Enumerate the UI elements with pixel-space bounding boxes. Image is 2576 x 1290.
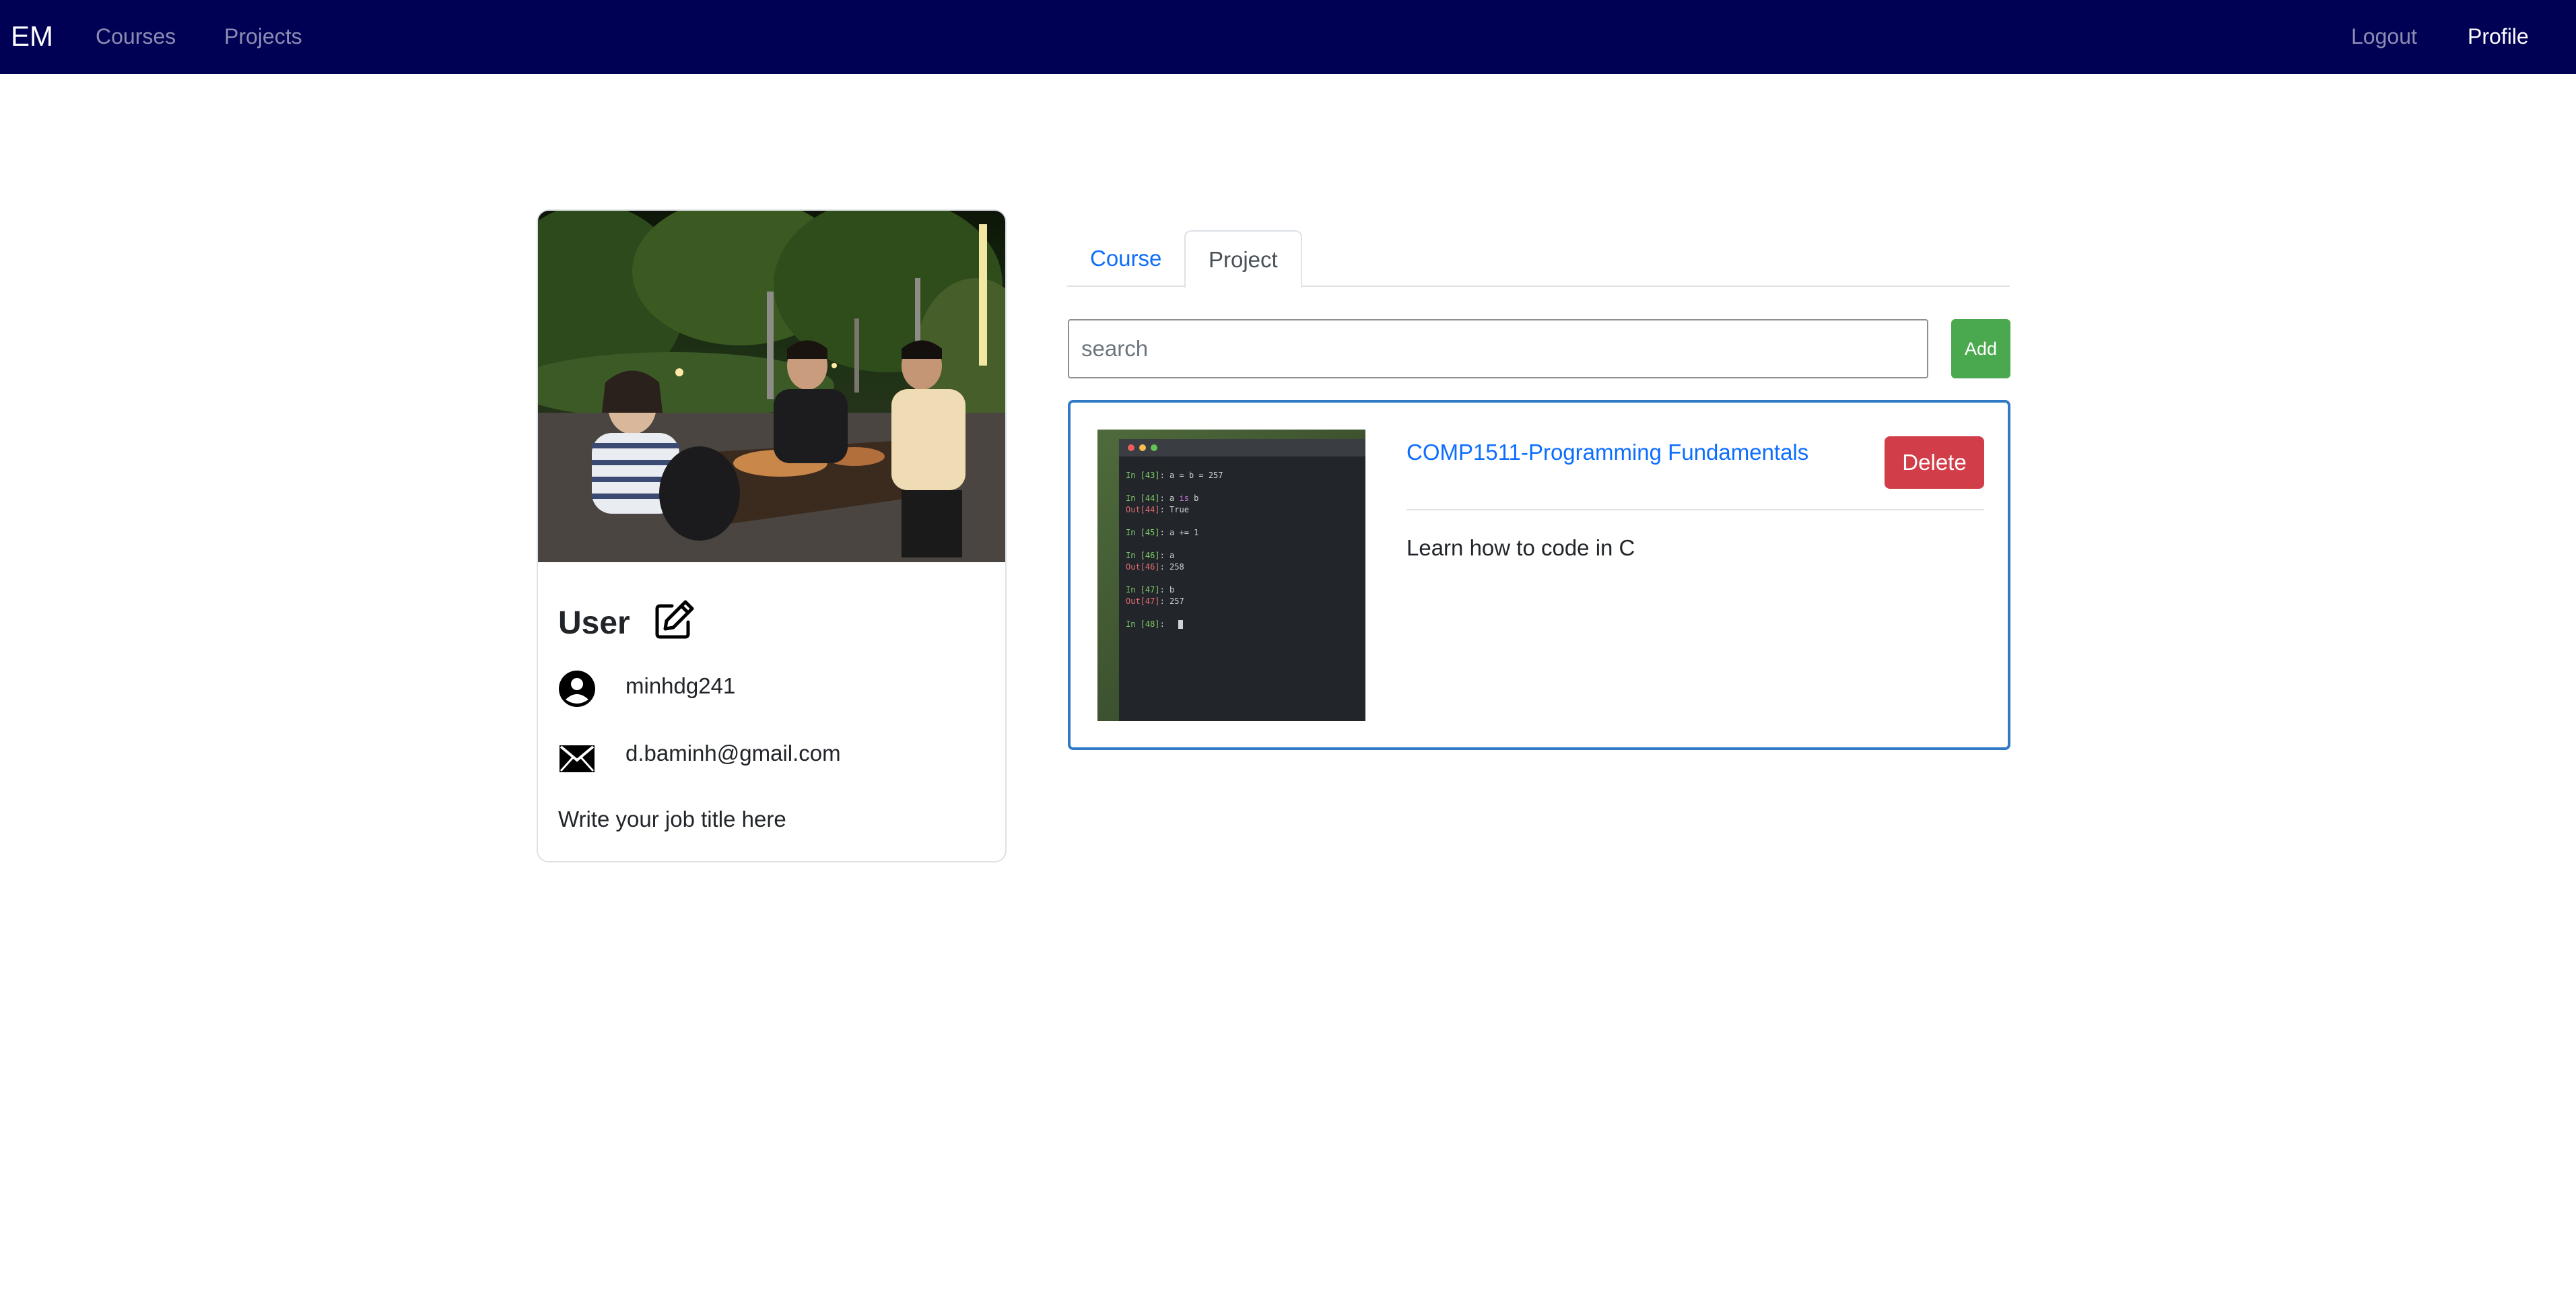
- top-navbar: EM Courses Projects Logout Profile: [0, 0, 2576, 74]
- svg-text:Out[47]: 257: Out[47]: 257: [1126, 597, 1184, 606]
- search-input[interactable]: [1068, 319, 1928, 378]
- profile-username: minhdg241: [625, 673, 736, 698]
- nav-logout-link[interactable]: Logout: [2351, 22, 2417, 51]
- brand-logo[interactable]: EM: [11, 19, 53, 54]
- add-button[interactable]: Add: [1951, 319, 2010, 378]
- nav-courses-link[interactable]: Courses: [96, 22, 176, 51]
- profile-name: User: [558, 605, 630, 641]
- svg-text:Out[44]: True: Out[44]: True: [1126, 505, 1189, 514]
- project-card: In [43]: a = b = 257 In [44]: a is b Out…: [1068, 400, 2010, 750]
- project-divider: [1406, 509, 1984, 510]
- nav-profile-link[interactable]: Profile: [2468, 22, 2529, 51]
- edit-pencil-square-icon[interactable]: [653, 598, 696, 641]
- tab-project[interactable]: Project: [1184, 230, 1302, 288]
- svg-text:In [46]: a: In [46]: a: [1126, 551, 1174, 560]
- delete-button[interactable]: Delete: [1885, 436, 1984, 489]
- profile-email: d.baminh@gmail.com: [625, 741, 841, 766]
- project-thumbnail: In [43]: a = b = 257 In [44]: a is b Out…: [1097, 430, 1365, 721]
- envelope-icon: [558, 739, 596, 776]
- tab-course[interactable]: Course: [1067, 230, 1184, 287]
- project-title-link[interactable]: COMP1511-Programming Fundamentals: [1406, 438, 1808, 467]
- profile-card: User minhdg241 d.baminh@gmail.com Write …: [537, 209, 1007, 862]
- svg-text:In [47]: b: In [47]: b: [1126, 585, 1174, 595]
- user-circle-icon: [558, 670, 596, 708]
- profile-job-title[interactable]: Write your job title here: [558, 805, 786, 834]
- svg-text:In [48]:: In [48]:: [1126, 619, 1165, 629]
- nav-projects-link[interactable]: Projects: [224, 22, 302, 51]
- svg-text:In [43]: a = b = 257: In [43]: a = b = 257: [1126, 471, 1223, 480]
- svg-text:In [44]: a is b: In [44]: a is b: [1126, 494, 1198, 503]
- svg-text:In [45]: a += 1: In [45]: a += 1: [1126, 528, 1198, 537]
- project-description: Learn how to code in C: [1406, 535, 1635, 560]
- profile-photo: [538, 211, 1005, 562]
- svg-text:Out[46]: 258: Out[46]: 258: [1126, 562, 1184, 572]
- profile-tabs: Course Project: [1067, 230, 2010, 288]
